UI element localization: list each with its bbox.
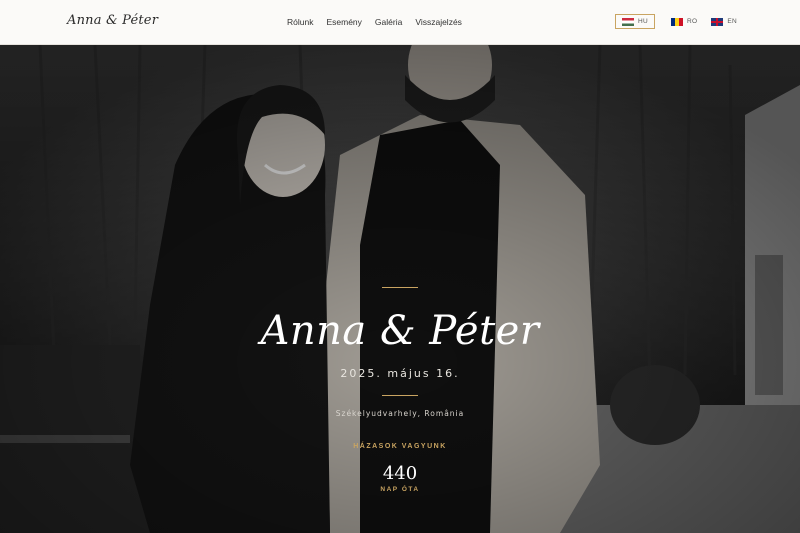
hero-section: Anna & Péter 2025. május 16. Székelyudva… — [0, 45, 800, 533]
nav-item-galeria[interactable]: Galéria — [375, 17, 402, 27]
days-counter: 440 — [382, 463, 418, 484]
wedding-date: 2025. május 16. — [340, 367, 460, 380]
lang-en-button[interactable]: EN — [705, 14, 743, 29]
brand-logo[interactable]: Anna & Péter — [67, 13, 158, 28]
lang-hu-label: HU — [638, 18, 648, 25]
site-header: Anna & Péter Rólunk Esemény Galéria Viss… — [0, 0, 800, 45]
language-switcher: HU RO EN — [615, 14, 745, 29]
top-divider — [382, 287, 418, 288]
married-status: HÁZASOK VAGYUNK — [353, 443, 447, 450]
couple-photo — [0, 45, 800, 533]
lang-en-label: EN — [727, 18, 737, 25]
hu-flag-icon — [622, 17, 634, 26]
couple-names-title: Anna & Péter — [260, 308, 540, 354]
nav-item-rolunk[interactable]: Rólunk — [287, 17, 313, 27]
nav-item-visszajelzes[interactable]: Visszajelzés — [415, 17, 462, 27]
nav-item-esemeny[interactable]: Esemény — [326, 17, 361, 27]
lang-hu-button[interactable]: HU — [615, 14, 655, 29]
main-nav: Rólunk Esemény Galéria Visszajelzés — [287, 17, 475, 27]
ro-flag-icon — [671, 17, 683, 26]
middle-divider — [382, 395, 418, 396]
lang-ro-button[interactable]: RO — [665, 14, 703, 29]
uk-flag-icon — [711, 17, 724, 26]
days-label: NAP ÓTA — [380, 486, 420, 493]
lang-ro-label: RO — [687, 18, 698, 25]
wedding-location: Székelyudvarhely, România — [335, 409, 465, 418]
